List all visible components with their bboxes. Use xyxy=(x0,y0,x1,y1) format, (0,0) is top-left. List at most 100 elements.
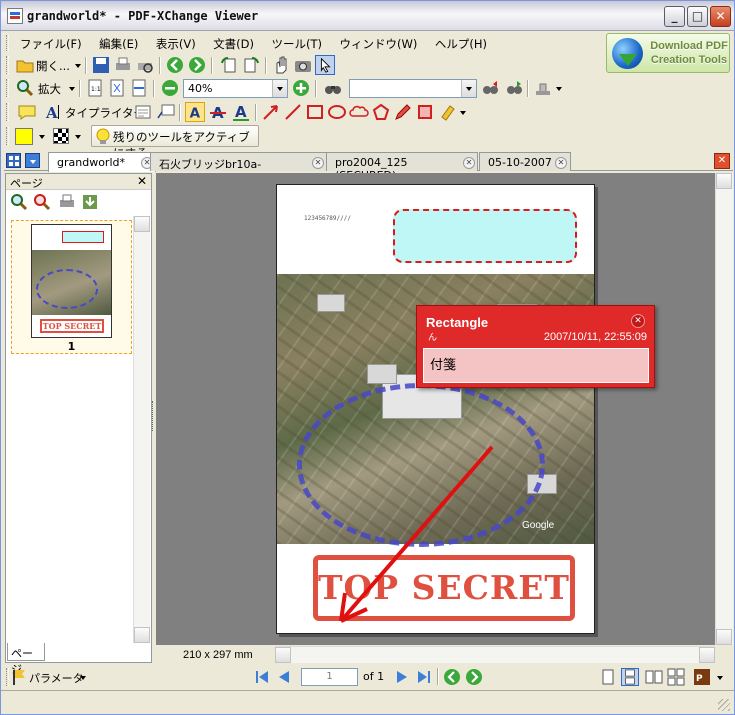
strikeout-text-icon[interactable]: A xyxy=(208,102,228,122)
close-tab-icon[interactable]: ✕ xyxy=(463,157,475,169)
stamp-tool-icon[interactable] xyxy=(533,78,553,98)
scroll-up-icon[interactable] xyxy=(716,173,732,189)
thumbnail-scrollbar[interactable] xyxy=(133,216,150,643)
minimize-button[interactable]: _ xyxy=(664,6,685,27)
keep-tool-active-button[interactable]: 残りのツールをアクティブにする xyxy=(91,125,259,160)
document-vertical-scrollbar[interactable] xyxy=(715,173,732,645)
actual-size-icon[interactable]: 1:1 xyxy=(85,78,105,98)
single-page-layout-icon[interactable] xyxy=(599,668,617,686)
scroll-up-icon[interactable] xyxy=(134,216,150,232)
arrow-tool-icon[interactable] xyxy=(261,102,281,122)
save-icon[interactable] xyxy=(91,55,111,75)
next-page-icon[interactable] xyxy=(393,668,411,686)
pages-panel-tab[interactable]: ページ xyxy=(7,643,45,676)
close-document-icon[interactable]: ✕ xyxy=(714,153,730,169)
print-icon[interactable] xyxy=(113,55,133,75)
callout-icon[interactable] xyxy=(156,102,176,122)
page-number-input[interactable]: 1 xyxy=(301,668,358,686)
select-tool-icon[interactable] xyxy=(315,55,335,75)
parameters-dropdown-icon[interactable] xyxy=(80,676,86,680)
chevron-down-icon[interactable] xyxy=(272,80,287,97)
search-input[interactable] xyxy=(349,79,477,98)
oval-annotation[interactable] xyxy=(297,383,545,547)
highlighter-dropdown-icon[interactable] xyxy=(460,111,466,115)
zoom-in-icon[interactable] xyxy=(291,78,311,98)
opacity-checker-icon[interactable] xyxy=(53,128,69,144)
parameters-label[interactable]: パラメータ xyxy=(29,670,84,686)
back-view-icon[interactable] xyxy=(443,668,461,686)
scroll-right-icon[interactable] xyxy=(699,647,715,663)
tab-grandworld[interactable]: grandworld* ✕ xyxy=(48,152,156,172)
snapshot-camera-icon[interactable] xyxy=(293,55,313,75)
find-next-icon[interactable] xyxy=(505,78,525,98)
cloud-rectangle-annotation[interactable] xyxy=(393,209,577,263)
open-folder-icon[interactable] xyxy=(15,55,35,75)
maximize-button[interactable]: □ xyxy=(687,6,708,27)
rotate-right-icon[interactable] xyxy=(241,55,261,75)
comment-text-field[interactable]: 付箋 xyxy=(423,348,649,383)
oval-tool-icon[interactable] xyxy=(327,102,347,122)
extract-pages-icon[interactable] xyxy=(80,192,100,212)
fill-color-swatch[interactable] xyxy=(15,128,33,145)
close-tab-icon[interactable]: ✕ xyxy=(555,157,567,169)
zoom-tool-label[interactable]: 拡大 xyxy=(38,81,61,97)
menu-window[interactable]: ウィンドウ(W) xyxy=(333,33,425,52)
first-page-icon[interactable] xyxy=(253,668,271,686)
pdf-xchange-logo-icon[interactable]: P xyxy=(693,668,711,686)
tab-list-dropdown-icon[interactable] xyxy=(25,153,40,168)
menu-document[interactable]: 文書(D) xyxy=(206,33,261,52)
tile-windows-icon[interactable] xyxy=(6,153,21,168)
scroll-down-icon[interactable] xyxy=(134,627,150,643)
page-thumbnail[interactable]: TOP SECRET 1 xyxy=(11,220,132,354)
toolbar-grip[interactable] xyxy=(6,668,9,686)
toolbar-grip[interactable] xyxy=(6,103,9,121)
reduce-thumbnails-icon[interactable] xyxy=(32,192,52,212)
highlighter-tool-icon[interactable] xyxy=(437,102,457,122)
menu-help[interactable]: ヘルプ(H) xyxy=(428,33,494,52)
fill-color-dropdown-icon[interactable] xyxy=(39,135,45,139)
cloud-tool-icon[interactable] xyxy=(349,102,369,122)
document-horizontal-scrollbar[interactable] xyxy=(275,646,715,663)
menu-view[interactable]: 表示(V) xyxy=(149,33,203,52)
highlight-text-icon[interactable]: A xyxy=(185,102,205,122)
rectangle-tool-icon[interactable] xyxy=(305,102,325,122)
download-pdf-tools-banner[interactable]: Download PDF Creation Tools xyxy=(606,33,730,73)
find-previous-icon[interactable] xyxy=(481,78,501,98)
print-pages-icon[interactable] xyxy=(57,192,77,212)
eraser-tool-icon[interactable] xyxy=(415,102,435,122)
line-tool-icon[interactable] xyxy=(283,102,303,122)
stamp-dropdown-icon[interactable] xyxy=(556,87,562,91)
zoom-level-select[interactable]: 40% xyxy=(183,79,288,98)
toolbar-grip[interactable] xyxy=(6,79,9,97)
toolbar-grip[interactable] xyxy=(6,127,9,145)
tab-pro2004[interactable]: pro2004_125 (SECURED) ✕ xyxy=(326,152,478,182)
facing-layout-icon[interactable] xyxy=(645,668,663,686)
print-preview-icon[interactable] xyxy=(135,55,155,75)
last-page-icon[interactable] xyxy=(415,668,433,686)
menu-tools[interactable]: ツール(T) xyxy=(265,33,330,52)
underline-text-icon[interactable]: A xyxy=(231,102,251,122)
menu-file[interactable]: ファイル(F) xyxy=(13,33,89,52)
typewriter-icon[interactable]: A xyxy=(43,102,63,122)
hand-tool-icon[interactable] xyxy=(271,55,291,75)
fit-page-icon[interactable] xyxy=(107,78,127,98)
text-box-icon[interactable] xyxy=(133,102,153,122)
fit-width-icon[interactable] xyxy=(129,78,149,98)
open-dropdown-icon[interactable] xyxy=(75,64,81,68)
pencil-tool-icon[interactable] xyxy=(393,102,413,122)
chevron-down-icon[interactable] xyxy=(461,80,476,97)
menu-edit[interactable]: 編集(E) xyxy=(92,33,145,52)
top-secret-stamp[interactable]: TOP SECRET xyxy=(313,555,575,621)
layout-dropdown-icon[interactable] xyxy=(717,676,723,680)
rotate-left-icon[interactable] xyxy=(219,55,239,75)
open-button-label[interactable]: 開く... xyxy=(36,58,70,74)
scroll-down-icon[interactable] xyxy=(716,629,732,645)
polygon-tool-icon[interactable] xyxy=(371,102,391,122)
back-icon[interactable] xyxy=(165,55,185,75)
tab-05-10-2007[interactable]: 05-10-2007 ✕ xyxy=(479,152,571,171)
close-tab-icon[interactable]: ✕ xyxy=(312,157,324,169)
scroll-left-icon[interactable] xyxy=(275,647,291,663)
continuous-layout-icon[interactable] xyxy=(621,668,639,686)
zoom-tool-icon[interactable] xyxy=(15,78,35,98)
enlarge-thumbnails-icon[interactable] xyxy=(9,192,29,212)
